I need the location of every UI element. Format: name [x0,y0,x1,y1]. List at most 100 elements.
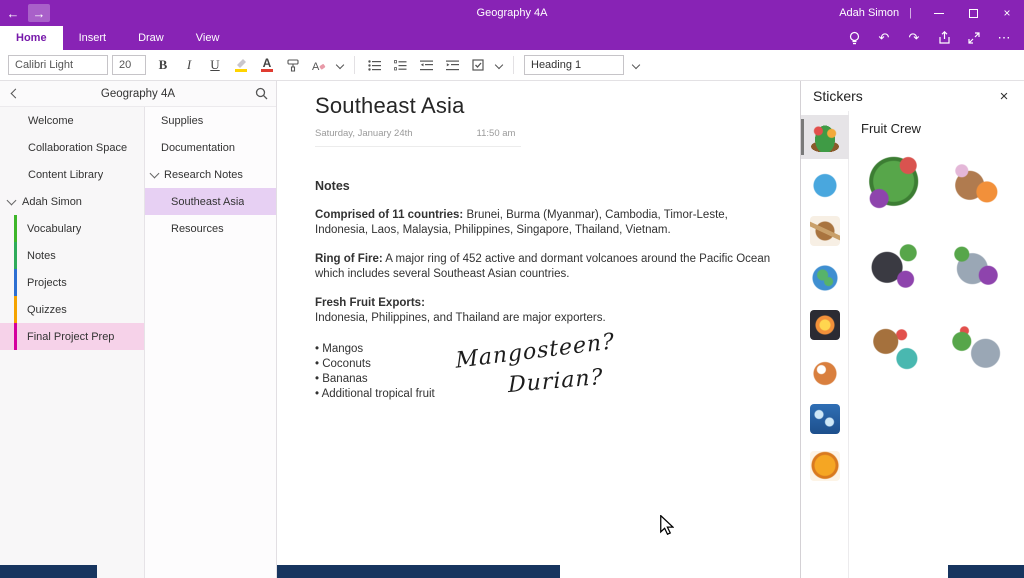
page-canvas[interactable]: Southeast Asia Saturday, January 24th 11… [277,81,800,578]
minimize-icon [934,13,944,14]
tab-view[interactable]: View [180,26,236,50]
section-welcome[interactable]: Welcome [0,107,144,134]
sections-list: Welcome Collaboration Space Content Libr… [0,107,145,578]
ribbon-tabs: Home Insert Draw View ↶ ↷ ⋯ [0,26,1024,50]
page-documentation[interactable]: Documentation [145,134,276,161]
ellipsis-icon: ⋯ [998,30,1011,46]
category-blue-bird[interactable] [801,162,849,206]
share-button[interactable] [932,28,956,48]
stickers-panel: Stickers × Fruit Crew [800,81,1024,578]
pages-list: Supplies Documentation Research Notes So… [145,107,276,578]
category-fruit-crew[interactable] [801,115,849,159]
chevron-down-icon [150,168,160,178]
stickers-close-button[interactable]: × [994,86,1014,106]
font-size-combobox[interactable]: 20 [112,55,146,75]
styles-dropdown[interactable] [628,53,644,77]
paragraph-ring-of-fire: Ring of Fire: A major ring of 452 active… [315,252,783,282]
section-label: Adah Simon [22,196,82,208]
styles-combobox[interactable]: Heading 1 [524,55,624,75]
page-title[interactable]: Southeast Asia [315,93,800,119]
paragraph-text: Indonesia, Philippines, and Thailand are… [315,312,606,324]
category-explosion[interactable] [801,303,849,347]
section-color-tab [14,269,17,296]
decrease-indent-button[interactable] [413,53,439,77]
bulleted-list-button[interactable] [361,53,387,77]
font-options-dropdown[interactable] [332,53,348,77]
notes-heading: Notes [315,179,783,194]
tell-me-lightbulb-icon[interactable] [842,28,866,48]
numbered-list-button[interactable] [387,53,413,77]
sticker-mouse-with-juice-box[interactable] [939,148,1011,220]
section-vocabulary[interactable]: Vocabulary [0,215,144,242]
close-button[interactable]: × [990,0,1024,26]
page-label: Research Notes [164,169,243,181]
bulleted-list-icon [368,60,381,71]
search-button[interactable] [246,87,276,100]
category-fox[interactable] [801,350,849,394]
sticker-grid [859,148,1016,384]
tab-insert[interactable]: Insert [63,26,123,50]
notebook-header: Geography 4A [0,81,276,107]
section-group-adah-simon[interactable]: Adah Simon [0,188,144,215]
increase-indent-button[interactable] [439,53,465,77]
tab-draw[interactable]: Draw [122,26,180,50]
page-southeast-asia[interactable]: Southeast Asia [145,188,276,215]
category-ocean-fish[interactable] [801,397,849,441]
fullscreen-button[interactable] [962,28,986,48]
sticker-category-label: Fruit Crew [861,121,1016,136]
clear-formatting-button[interactable]: A [306,53,332,77]
notebooks-back-button[interactable] [0,90,30,97]
sticker-snake-with-fruit[interactable] [859,148,931,220]
font-name-value: Calibri Light [15,59,73,71]
bold-button[interactable]: B [150,53,176,77]
back-button[interactable]: ← [0,2,26,24]
notebook-title[interactable]: Geography 4A [30,88,246,100]
more-options-button[interactable]: ⋯ [992,28,1016,48]
section-final-project-prep[interactable]: Final Project Prep [0,323,144,350]
sticker-beaver-on-scooter[interactable] [859,312,931,384]
section-content-library[interactable]: Content Library [0,161,144,188]
section-projects[interactable]: Projects [0,269,144,296]
section-notes[interactable]: Notes [0,242,144,269]
saturn-planet-icon [810,216,840,246]
sticker-elephant-with-grapes[interactable] [939,230,1011,302]
format-painter-button[interactable] [280,53,306,77]
explosion-icon [810,310,840,340]
section-label: Welcome [28,115,74,127]
category-saturn[interactable] [801,209,849,253]
section-label: Projects [27,277,67,289]
font-name-combobox[interactable]: Calibri Light [8,55,108,75]
highlighter-icon [235,58,248,72]
numbered-list-icon [394,60,407,71]
page-research-notes[interactable]: Research Notes [145,161,276,188]
tab-home[interactable]: Home [0,26,63,50]
increase-indent-icon [446,60,459,71]
category-spiky-fruit[interactable] [801,444,849,488]
formatting-toolbar: Calibri Light 20 B I U A A [0,50,1024,81]
redo-button[interactable]: ↷ [902,28,926,48]
section-label: Collaboration Space [28,142,127,154]
section-color-tab [14,296,17,323]
category-globe[interactable] [801,256,849,300]
page-resources[interactable]: Resources [145,215,276,242]
section-quizzes[interactable]: Quizzes [0,296,144,323]
account-name[interactable]: Adah Simon [839,7,899,19]
forward-button[interactable]: → [28,4,50,22]
italic-button[interactable]: I [176,53,202,77]
font-color-button[interactable]: A [254,53,280,77]
sticker-crow-with-grapes[interactable] [859,230,931,302]
underline-button[interactable]: U [202,53,228,77]
page-date: Saturday, January 24th [315,128,413,139]
page-supplies[interactable]: Supplies [145,107,276,134]
section-collaboration-space[interactable]: Collaboration Space [0,134,144,161]
todo-tag-button[interactable] [465,53,491,77]
paragraph-countries: Comprised of 11 countries: Brunei, Burma… [315,208,783,238]
undo-button[interactable]: ↶ [872,28,896,48]
sticker-elephant-watering-tree[interactable] [939,312,1011,384]
section-label: Final Project Prep [27,331,114,343]
maximize-button[interactable] [956,0,990,26]
minimize-button[interactable] [922,0,956,26]
highlighter-button[interactable] [228,53,254,77]
tags-dropdown[interactable] [491,53,507,77]
taskbar-segment-middle [277,565,560,578]
